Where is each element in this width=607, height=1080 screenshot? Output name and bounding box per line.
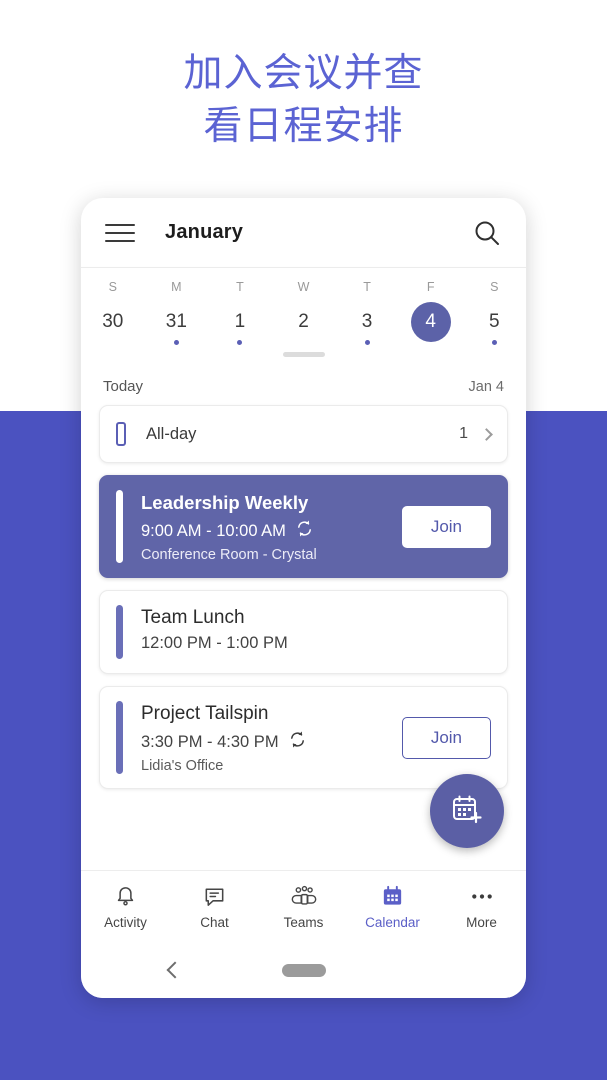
day-of-week-row: S M T W T F S xyxy=(81,272,526,296)
dow-label: M xyxy=(171,280,182,294)
nav-item-calendar[interactable]: Calendar xyxy=(348,884,437,930)
bottom-navigation: Activity Chat Teams Calendar More xyxy=(81,870,526,942)
event-dot xyxy=(491,340,497,345)
date-number: 4 xyxy=(410,302,451,342)
week-strip: S M T W T F S 30 31 1 2 3 4 5 xyxy=(81,267,526,362)
event-dot xyxy=(173,340,179,345)
more-icon xyxy=(468,884,496,910)
event-card-project-tailspin[interactable]: Project Tailspin 3:30 PM - 4:30 PM Lidia… xyxy=(99,686,508,789)
date-cell-0[interactable]: 30 xyxy=(81,296,145,348)
event-details: Project Tailspin 3:30 PM - 4:30 PM Lidia… xyxy=(141,701,392,774)
event-time-row: 9:00 AM - 10:00 AM xyxy=(141,519,392,543)
search-icon[interactable] xyxy=(472,218,502,248)
all-day-count: 1 xyxy=(459,425,468,442)
event-accent-bar xyxy=(116,701,123,774)
date-number: 5 xyxy=(488,311,500,332)
event-card-team-lunch[interactable]: Team Lunch 12:00 PM - 1:00 PM xyxy=(99,590,508,674)
dow-label: S xyxy=(108,280,117,294)
date-row: 30 31 1 2 3 4 5 xyxy=(81,296,526,348)
back-chevron-icon[interactable] xyxy=(166,961,184,979)
date-number: 3 xyxy=(361,311,373,332)
recurring-icon xyxy=(295,519,314,543)
nav-label: Teams xyxy=(283,914,324,930)
calendar-add-icon xyxy=(449,791,485,832)
nav-item-more[interactable]: More xyxy=(437,884,526,930)
page-title: January xyxy=(165,221,244,243)
home-pill-icon[interactable] xyxy=(281,963,326,977)
today-header: Today Jan 4 xyxy=(99,362,508,405)
event-accent-bar xyxy=(116,490,123,563)
dow-label: T xyxy=(363,280,371,294)
today-label: Today xyxy=(103,378,144,395)
screenshot-root: 加入会议并查 看日程安排 January S M T W T F S 30 31… xyxy=(0,0,607,1080)
today-date: Jan 4 xyxy=(468,378,504,395)
date-number: 30 xyxy=(102,311,124,332)
dow-label: T xyxy=(236,280,244,294)
promo-headline: 加入会议并查 看日程安排 xyxy=(183,52,424,148)
dow-label: W xyxy=(297,280,310,294)
phone-mockup: January S M T W T F S 30 31 1 2 3 4 5 To… xyxy=(81,198,526,998)
event-title: Leadership Weekly xyxy=(141,492,309,513)
date-cell-2[interactable]: 1 xyxy=(208,296,272,348)
event-location: Lidia's Office xyxy=(141,758,224,774)
nav-label: Chat xyxy=(200,914,229,930)
date-cell-4[interactable]: 3 xyxy=(335,296,399,348)
nav-label: Calendar xyxy=(365,914,420,930)
allday-bar-icon xyxy=(116,422,126,446)
new-meeting-fab[interactable] xyxy=(430,774,504,848)
chat-icon xyxy=(202,884,227,910)
event-location: Conference Room - Crystal xyxy=(141,547,317,563)
nav-item-chat[interactable]: Chat xyxy=(170,884,259,930)
calendar-expand-handle[interactable] xyxy=(282,352,325,357)
app-bar: January xyxy=(81,198,526,267)
event-dot xyxy=(237,340,243,345)
nav-label: More xyxy=(466,914,497,930)
join-button[interactable]: Join xyxy=(401,716,491,759)
event-time: 12:00 PM - 1:00 PM xyxy=(141,634,288,652)
teams-icon xyxy=(290,884,318,910)
nav-label: Activity xyxy=(104,914,147,930)
date-cell-3[interactable]: 2 xyxy=(272,296,336,348)
all-day-label: All-day xyxy=(146,424,197,443)
date-number: 1 xyxy=(234,311,246,332)
event-title: Team Lunch xyxy=(141,607,245,628)
android-system-bar xyxy=(81,942,526,998)
date-number: 2 xyxy=(298,311,309,332)
event-title: Project Tailspin xyxy=(141,703,269,724)
event-card-leadership-weekly[interactable]: Leadership Weekly 9:00 AM - 10:00 AM Con… xyxy=(99,475,508,578)
event-time-row: 12:00 PM - 1:00 PM xyxy=(141,634,491,653)
recurring-icon xyxy=(288,730,307,754)
event-time: 3:30 PM - 4:30 PM xyxy=(141,732,279,751)
event-time: 9:00 AM - 10:00 AM xyxy=(141,521,286,540)
hamburger-icon[interactable] xyxy=(105,223,135,242)
dow-label: F xyxy=(426,280,435,294)
nav-item-teams[interactable]: Teams xyxy=(259,884,348,930)
date-cell-5-selected[interactable]: 4 xyxy=(399,296,463,348)
all-day-row[interactable]: All-day 1 xyxy=(99,405,508,463)
calendar-icon xyxy=(380,884,405,910)
nav-item-activity[interactable]: Activity xyxy=(81,884,170,930)
dow-label: S xyxy=(490,280,499,294)
date-cell-6[interactable]: 5 xyxy=(462,296,526,348)
event-details: Leadership Weekly 9:00 AM - 10:00 AM Con… xyxy=(141,490,392,563)
join-button[interactable]: Join xyxy=(401,505,491,548)
event-dot xyxy=(364,340,370,345)
event-details: Team Lunch 12:00 PM - 1:00 PM xyxy=(141,605,491,653)
date-number: 31 xyxy=(165,311,187,332)
date-cell-1[interactable]: 31 xyxy=(145,296,209,348)
bell-icon xyxy=(113,884,138,910)
agenda-list: Today Jan 4 All-day 1 Leadership Weekly … xyxy=(81,362,526,870)
chevron-right-icon xyxy=(480,427,493,441)
event-time-row: 3:30 PM - 4:30 PM xyxy=(141,730,392,754)
event-accent-bar xyxy=(116,605,123,659)
